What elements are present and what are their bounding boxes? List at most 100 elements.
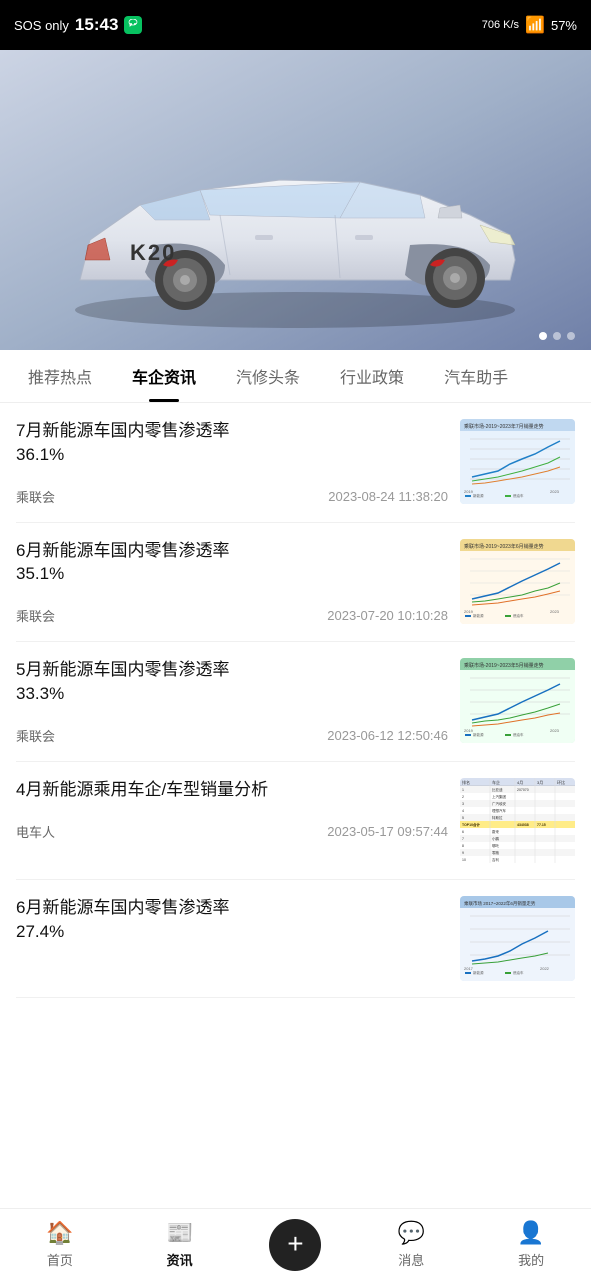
nav-message-label: 消息 [398,1250,424,1269]
svg-text:比亚迪: 比亚迪 [492,787,503,792]
add-icon: + [287,1230,303,1258]
profile-icon: 👤 [517,1220,544,1246]
news-thumb-5: 乘联市场 2017~2022年6月销量走势 2017 2022 新能源 燃油车 [460,896,575,981]
news-icon: 📰 [166,1220,193,1246]
tab-car-news[interactable]: 车企资讯 [112,350,216,402]
news-item-4[interactable]: 4月新能源乘用车企/车型销量分析 电车人 2023-05-17 09:57:44 [16,762,575,880]
news-meta-2: 乘联会 2023-07-20 10:10:28 [16,606,448,625]
news-meta-3: 乘联会 2023-06-12 12:50:46 [16,726,448,745]
nav-home-label: 首页 [47,1250,73,1269]
news-item-1[interactable]: 7月新能源车国内零售渗透率 36.1% 乘联会 2023-08-24 11:38… [16,403,575,523]
news-thumb-3: 乘联市场-2019~2023年5月销量走势 2019 2023 新能源 燃油车 [460,658,575,743]
svg-text:理想汽车: 理想汽车 [492,808,506,813]
svg-text:车企: 车企 [492,779,500,785]
svg-text:2: 2 [462,795,464,799]
news-title-3: 5月新能源车国内零售渗透率 33.3% [16,658,448,706]
wechat-icon [124,16,142,34]
svg-text:哪吒: 哪吒 [492,843,500,848]
nav-add-button[interactable]: + [269,1219,321,1271]
news-source-3: 乘联会 [16,726,55,745]
hero-banner[interactable]: K20 [0,50,591,350]
news-item-2[interactable]: 6月新能源车国内零售渗透率 35.1% 乘联会 2023-07-20 10:10… [16,523,575,643]
nav-news[interactable]: 📰 资讯 [150,1212,210,1277]
tab-repair[interactable]: 汽修头条 [216,350,320,402]
svg-text:4: 4 [462,809,464,813]
dot-3 [567,332,575,340]
svg-text:3: 3 [462,802,464,806]
news-meta-1: 乘联会 2023-08-24 11:38:20 [16,487,448,506]
news-list: 7月新能源车国内零售渗透率 36.1% 乘联会 2023-08-24 11:38… [0,403,591,998]
news-source-2: 乘联会 [16,606,55,625]
dot-2 [553,332,561,340]
tab-assistant[interactable]: 汽车助手 [424,350,528,402]
nav-message[interactable]: 💬 消息 [381,1212,441,1277]
network-speed: 706 K/s [482,19,519,31]
bottom-nav: 🏠 首页 📰 资讯 + 💬 消息 👤 我的 [0,1208,591,1280]
news-thumb-4: 排名 车企 4月 3月 环比 1 比亚迪 207070 2 上汽集团 3 广汽埃… [460,778,575,863]
svg-text:1: 1 [462,788,464,792]
battery-text: 57% [551,18,577,33]
svg-text:3月: 3月 [537,780,543,785]
tab-policy[interactable]: 行业政策 [320,350,424,402]
news-date-1: 2023-08-24 11:38:20 [328,489,448,504]
status-left: SOS only 15:43 [14,15,142,35]
svg-text:乘联市场-2019~2023年6月销量走势: 乘联市场-2019~2023年6月销量走势 [464,543,544,550]
status-bar: SOS only 15:43 706 K/s 📶 57% [0,0,591,50]
svg-text:10: 10 [462,858,466,862]
svg-text:2023: 2023 [550,609,560,614]
svg-text:吉利: 吉利 [492,857,500,862]
svg-text:上汽集团: 上汽集团 [492,794,506,799]
svg-text:乘联市场 2017~2022年6月销量走势: 乘联市场 2017~2022年6月销量走势 [464,900,536,907]
svg-text:新能源: 新能源 [473,732,484,737]
news-meta-4: 电车人 2023-05-17 09:57:44 [16,822,448,841]
svg-text:排名: 排名 [462,779,470,785]
sos-text: SOS only [14,18,69,33]
svg-text:特斯拉: 特斯拉 [492,815,503,820]
news-title-5: 6月新能源车国内零售渗透率 27.4% [16,896,448,944]
news-item-5[interactable]: 6月新能源车国内零售渗透率 27.4% 乘联市场 2017~2022年6月销量走… [16,880,575,998]
home-icon: 🏠 [46,1220,73,1246]
svg-text:7: 7 [462,837,464,841]
news-item-3[interactable]: 5月新能源车国内零售渗透率 33.3% 乘联会 2023-06-12 12:50… [16,642,575,762]
status-right: 706 K/s 📶 57% [482,15,577,35]
news-date-3: 2023-06-12 12:50:46 [327,728,448,743]
svg-text:零跑: 零跑 [492,850,500,855]
svg-text:434038: 434038 [517,823,529,827]
news-title-4: 4月新能源乘用车企/车型销量分析 [16,778,448,802]
svg-text:2022: 2022 [540,966,550,971]
svg-text:9: 9 [462,851,464,855]
svg-text:燃油车: 燃油车 [513,732,524,737]
svg-text:燃油车: 燃油车 [513,970,524,975]
nav-profile[interactable]: 👤 我的 [501,1212,561,1277]
news-content-3: 5月新能源车国内零售渗透率 33.3% 乘联会 2023-06-12 12:50… [16,658,448,745]
news-title-2: 6月新能源车国内零售渗透率 35.1% [16,539,448,587]
nav-tabs: 推荐热点 车企资讯 汽修头条 行业政策 汽车助手 [0,350,591,403]
svg-text:6: 6 [462,830,464,834]
car-image: K20 [0,50,591,350]
svg-text:新能源: 新能源 [473,613,484,618]
tab-hot[interactable]: 推荐热点 [8,350,112,402]
news-date-4: 2023-05-17 09:57:44 [327,824,448,839]
svg-text:K20: K20 [130,240,176,265]
svg-text:77.15: 77.15 [537,823,546,827]
svg-text:2023: 2023 [550,489,560,494]
svg-text:环比: 环比 [557,779,565,785]
news-content-5: 6月新能源车国内零售渗透率 27.4% [16,896,448,964]
svg-text:TOP10合计: TOP10合计 [462,822,481,827]
svg-text:8: 8 [462,844,464,848]
news-title-1: 7月新能源车国内零售渗透率 36.1% [16,419,448,467]
svg-text:小鹏: 小鹏 [492,836,500,841]
status-time: 15:43 [75,15,118,35]
dot-1 [539,332,547,340]
news-content-1: 7月新能源车国内零售渗透率 36.1% 乘联会 2023-08-24 11:38… [16,419,448,506]
news-content-2: 6月新能源车国内零售渗透率 35.1% 乘联会 2023-07-20 10:10… [16,539,448,626]
svg-text:207070: 207070 [517,788,529,792]
message-icon: 💬 [398,1220,425,1246]
news-content-4: 4月新能源乘用车企/车型销量分析 电车人 2023-05-17 09:57:44 [16,778,448,841]
svg-text:乘联市场-2019~2023年5月销量走势: 乘联市场-2019~2023年5月销量走势 [464,662,544,669]
svg-text:燃油车: 燃油车 [513,493,524,498]
svg-text:新能源: 新能源 [473,970,484,975]
nav-home[interactable]: 🏠 首页 [30,1212,90,1277]
svg-text:乘联市场-2019~2023年7月销量走势: 乘联市场-2019~2023年7月销量走势 [464,423,544,430]
nav-profile-label: 我的 [518,1250,544,1269]
